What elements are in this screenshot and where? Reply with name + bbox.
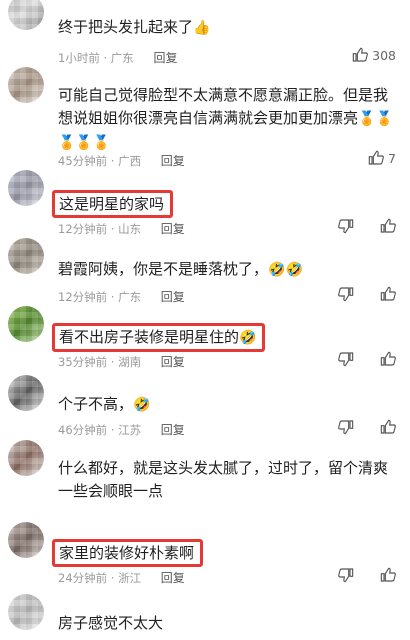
comment-region: 江苏 (118, 423, 142, 437)
avatar[interactable] (8, 522, 44, 558)
thumbs-down-icon (338, 219, 354, 234)
like-button[interactable] (380, 419, 396, 435)
reply-button[interactable]: 回复 (161, 423, 185, 437)
comment-text: 房子感觉不太大 (58, 614, 164, 632)
thumbs-up-icon (380, 218, 396, 233)
dislike-button[interactable] (338, 286, 354, 302)
reply-button[interactable]: 回复 (161, 290, 185, 304)
comment-time: 46分钟前 (58, 423, 108, 437)
dislike-button[interactable] (338, 419, 354, 435)
laughing-emoji: 🤣 (239, 330, 257, 346)
reply-button[interactable]: 回复 (161, 571, 185, 585)
comment-region: 浙江 (118, 571, 142, 585)
comment-time: 12分钟前 (58, 222, 108, 236)
like-button[interactable] (380, 286, 396, 302)
comment-time: 35分钟前 (58, 355, 108, 369)
comment-meta: 1小时前 · 广东 回复 (58, 51, 178, 65)
thumbs-down-icon (338, 420, 354, 435)
comment-time: 45分钟前 (58, 154, 108, 168)
thumbs-down-icon (338, 287, 354, 302)
laughing-emoji: 🤣 (133, 397, 151, 413)
comment-text-highlighted: 家里的装修好朴素啊 (52, 539, 204, 567)
comment-meta: 12分钟前 · 广东 回复 (58, 290, 185, 304)
thumbs-up-icon (368, 150, 384, 165)
avatar[interactable] (8, 594, 44, 630)
dislike-button[interactable] (338, 351, 354, 367)
comment-meta: 46分钟前 · 江苏 回复 (58, 423, 185, 437)
comment-region: 山东 (118, 222, 142, 236)
thumbs-up-icon (380, 351, 396, 366)
comment-region: 广西 (118, 154, 142, 168)
thumbs-down-icon (338, 352, 354, 367)
comment-text: 终于把头发扎起来了👍 (58, 18, 211, 36)
avatar[interactable] (8, 170, 44, 206)
like-button[interactable] (380, 567, 396, 583)
comment-text-highlighted: 这是明星的家吗 (52, 190, 174, 218)
avatar[interactable] (8, 306, 44, 342)
comment-text-highlighted: 看不出房子装修是明星住的🤣 (52, 323, 266, 352)
laughing-emoji: 🤣🤣 (268, 262, 303, 278)
comment-time: 12分钟前 (58, 290, 108, 304)
comment-text: 个子不高，🤣 (58, 395, 151, 413)
like-button[interactable]: 308 (352, 47, 396, 63)
comment-text: 碧霞阿姨，你是不是睡落枕了，🤣🤣 (58, 260, 303, 278)
like-count: 308 (372, 47, 396, 63)
comment-region: 广东 (118, 290, 142, 304)
reply-button[interactable]: 回复 (153, 51, 177, 65)
avatar[interactable] (8, 238, 44, 274)
thumbs-up-emoji: 👍 (193, 20, 211, 36)
comment-text: 可能自己觉得脸型不太满意不愿意漏正脸。但是我想说姐姐你很漂亮自信满满就会更加更加… (58, 86, 393, 151)
thumbs-down-icon (338, 568, 354, 583)
comment-meta: 45分钟前 · 广西 回复 (58, 154, 185, 168)
dislike-button[interactable] (338, 567, 354, 583)
comment-time: 24分钟前 (58, 571, 108, 585)
like-count: 7 (388, 150, 396, 166)
comment-time: 1小时前 (58, 51, 100, 65)
reply-button[interactable]: 回复 (161, 154, 185, 168)
thumbs-up-icon (352, 47, 369, 62)
thumbs-up-icon (380, 567, 396, 582)
thumbs-up-icon (380, 419, 396, 434)
reply-button[interactable]: 回复 (161, 222, 185, 236)
comment-meta: 12分钟前 · 山东 回复 (58, 222, 185, 236)
avatar[interactable] (8, 0, 44, 30)
avatar[interactable] (8, 375, 44, 411)
comment-region: 湖南 (118, 355, 142, 369)
reply-button[interactable]: 回复 (161, 355, 185, 369)
comment-meta: 35分钟前 · 湖南 回复 (58, 355, 185, 369)
avatar[interactable] (8, 67, 44, 103)
comment-meta: 24分钟前 · 浙江 回复 (58, 571, 185, 585)
like-button[interactable]: 7 (368, 150, 396, 166)
thumbs-up-icon (380, 286, 396, 301)
avatar[interactable] (8, 440, 44, 476)
comment-region: 广东 (110, 51, 134, 65)
like-button[interactable] (380, 351, 396, 367)
like-button[interactable] (380, 218, 396, 234)
comment-text: 什么都好，就是这头发太腻了，过时了，留个清爽一些会顺眼一点 (58, 459, 389, 500)
dislike-button[interactable] (338, 218, 354, 234)
